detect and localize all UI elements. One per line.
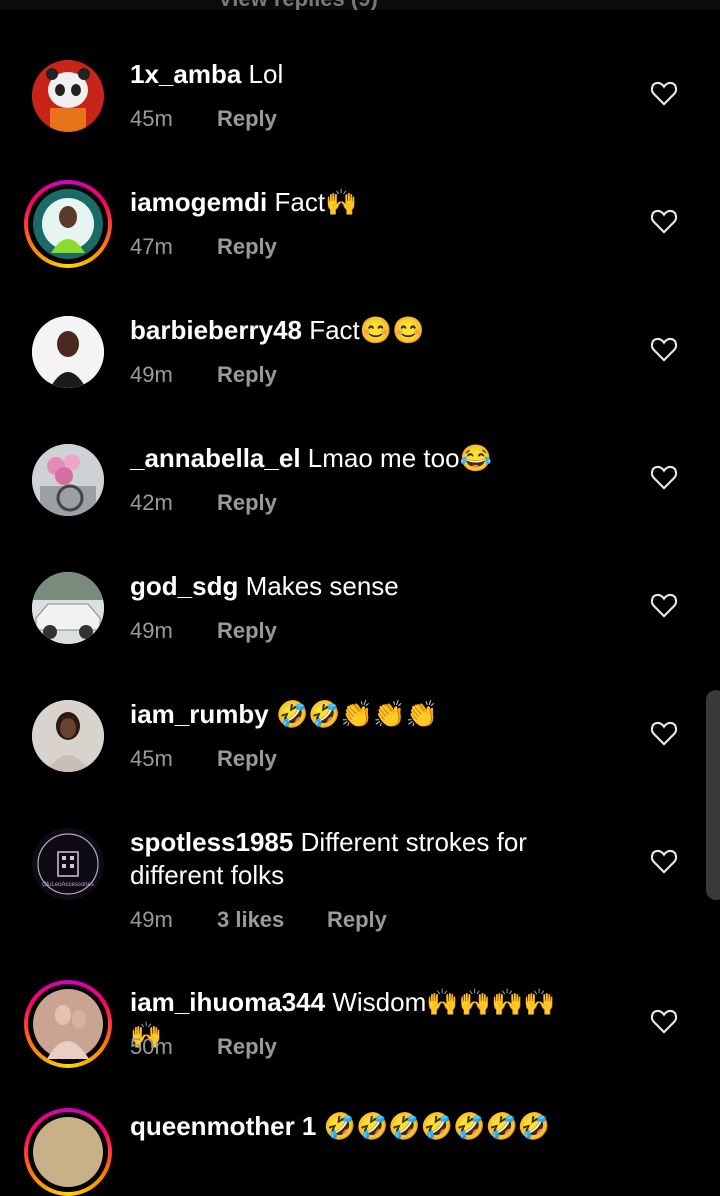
avatar[interactable] <box>24 180 112 268</box>
panda-avatar-icon <box>32 60 104 132</box>
comment-text: 1x_amba Lol <box>130 58 570 91</box>
avatar[interactable] <box>32 60 104 132</box>
username[interactable]: god_sdg <box>130 571 238 601</box>
reply-button[interactable]: Reply <box>217 490 277 516</box>
heart-icon[interactable] <box>650 1008 678 1034</box>
username[interactable]: _annabella_el <box>130 443 301 473</box>
timestamp: 49m <box>130 618 173 643</box>
reply-button[interactable]: Reply <box>217 1034 277 1060</box>
heart-icon[interactable] <box>650 464 678 490</box>
flowers-avatar-icon <box>32 444 104 516</box>
username[interactable]: iam_ihuoma344 <box>130 987 325 1017</box>
comment-text: iamogemdi Fact🙌 <box>130 186 570 219</box>
avatar[interactable] <box>32 700 104 772</box>
view-replies-label[interactable]: View replies (9) <box>218 0 378 10</box>
brand-logo-avatar-icon: OluLeoAccessories <box>32 828 104 900</box>
timestamp: 45m <box>130 746 173 771</box>
avatar[interactable] <box>32 572 104 644</box>
reply-button[interactable]: Reply <box>217 106 277 132</box>
person-avatar-icon <box>33 189 103 259</box>
comment-body: Lol <box>248 59 284 89</box>
comment-text: iam_ihuoma344 Wisdom🙌🙌🙌🙌🙌 <box>130 986 570 1052</box>
comment-body: Lmao me too😂 <box>307 443 492 473</box>
person-avatar-icon <box>33 1117 103 1187</box>
comment-text: spotless1985 Different strokes for diffe… <box>130 826 570 892</box>
reply-button[interactable]: Reply <box>217 746 277 772</box>
reply-button[interactable]: Reply <box>217 234 277 260</box>
comment-body: 🤣🤣👏👏👏 <box>275 699 438 729</box>
avatar[interactable]: OluLeoAccessories <box>32 828 104 900</box>
timestamp: 50m <box>130 1034 173 1059</box>
likes-count[interactable]: 3 likes <box>217 907 284 933</box>
person-avatar-icon <box>33 989 103 1059</box>
heart-icon[interactable] <box>650 592 678 618</box>
username[interactable]: spotless1985 <box>130 827 293 857</box>
username[interactable]: queenmother 1 <box>130 1111 316 1141</box>
car-avatar-icon <box>32 572 104 644</box>
timestamp: 47m <box>130 234 173 259</box>
scrollbar[interactable] <box>706 690 720 900</box>
comment-text: god_sdg Makes sense <box>130 570 570 603</box>
avatar[interactable] <box>32 316 104 388</box>
username[interactable]: iamogemdi <box>130 187 267 217</box>
view-replies-cut[interactable]: View replies (9) <box>0 0 720 10</box>
heart-icon[interactable] <box>650 720 678 746</box>
timestamp: 42m <box>130 490 173 515</box>
avatar[interactable] <box>24 1108 112 1196</box>
person-avatar-icon <box>32 700 104 772</box>
heart-icon[interactable] <box>650 208 678 234</box>
reply-button[interactable]: Reply <box>217 362 277 388</box>
comment-body: Fact🙌 <box>274 187 358 217</box>
avatar[interactable] <box>32 444 104 516</box>
svg-text:OluLeoAccessories: OluLeoAccessories <box>42 882 94 888</box>
comment-body: 🤣🤣🤣🤣🤣🤣🤣 <box>323 1111 551 1141</box>
timestamp: 45m <box>130 106 173 131</box>
username[interactable]: barbieberry48 <box>130 315 302 345</box>
timestamp: 49m <box>130 362 173 387</box>
username[interactable]: iam_rumby <box>130 699 269 729</box>
avatar[interactable] <box>24 980 112 1068</box>
person-avatar-icon <box>32 316 104 388</box>
comment-body: Fact😊😊 <box>309 315 425 345</box>
heart-icon[interactable] <box>650 848 678 874</box>
username[interactable]: 1x_amba <box>130 59 241 89</box>
reply-button[interactable]: Reply <box>217 618 277 644</box>
comment-text: iam_rumby 🤣🤣👏👏👏 <box>130 698 570 731</box>
heart-icon[interactable] <box>650 80 678 106</box>
comment-body: Makes sense <box>245 571 399 601</box>
heart-icon[interactable] <box>650 336 678 362</box>
comment-text: _annabella_el Lmao me too😂 <box>130 442 570 475</box>
comment-text: barbieberry48 Fact😊😊 <box>130 314 570 347</box>
comment-text: queenmother 1 🤣🤣🤣🤣🤣🤣🤣 <box>130 1110 570 1143</box>
reply-button[interactable]: Reply <box>327 907 387 933</box>
timestamp: 49m <box>130 907 173 932</box>
